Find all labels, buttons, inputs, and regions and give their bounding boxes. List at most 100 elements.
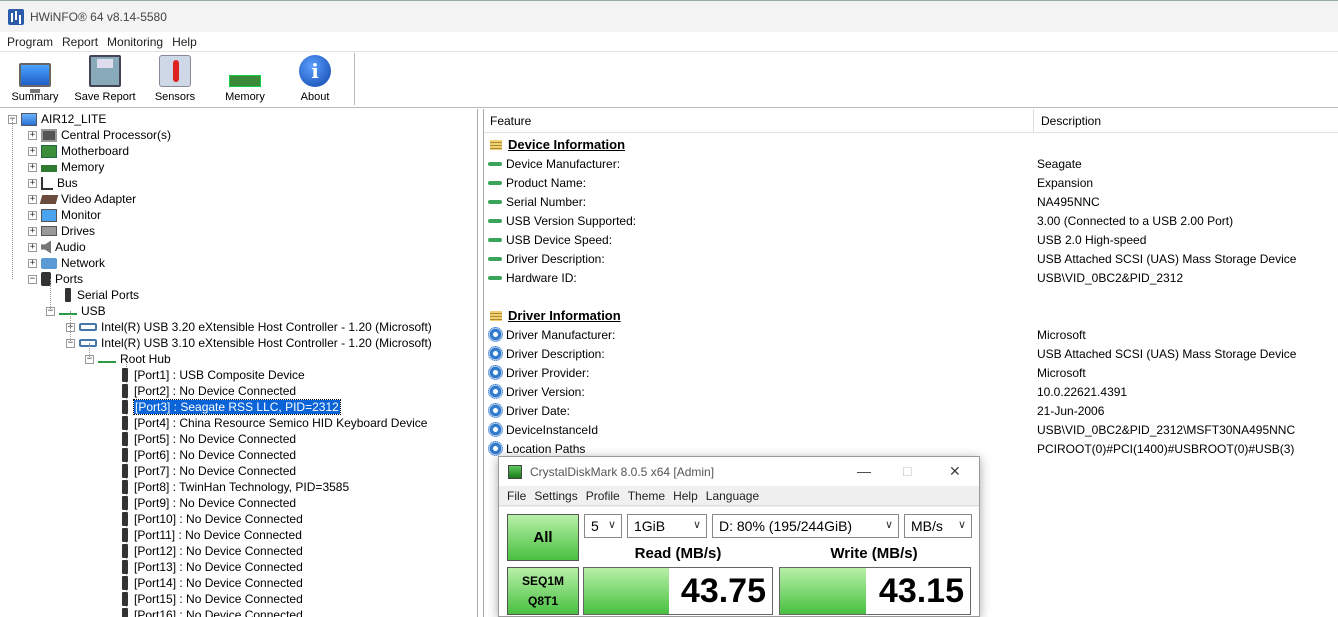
tree-item-port-9[interactable]: [Port9] : No Device Connected (121, 495, 296, 511)
usb-device-icon (488, 197, 502, 207)
about-button[interactable]: i About (280, 53, 350, 107)
tree-item-label: Intel(R) USB 3.20 eXtensible Host Contro… (101, 320, 432, 334)
tree-item-motherboard[interactable]: + Motherboard (28, 143, 129, 159)
unit-select[interactable]: MB/s ∨ (904, 514, 972, 538)
usb-device-icon (488, 178, 502, 188)
cdm-menu-theme[interactable]: Theme (628, 489, 665, 503)
cdm-menu-profile[interactable]: Profile (586, 489, 620, 503)
drive-select[interactable]: D: 80% (195/244GiB) ∨ (712, 514, 899, 538)
usb-port-icon (122, 528, 128, 542)
collapse-icon[interactable]: − (28, 274, 37, 284)
run-all-button[interactable]: All (507, 514, 579, 561)
detail-row[interactable]: Driver Manufacturer: Microsoft (488, 325, 1338, 344)
window-title: HWiNFO® 64 v8.14-5580 (30, 9, 167, 24)
tree-item-usb-host-2[interactable]: − Intel(R) USB 3.10 eXtensible Host Contr… (66, 335, 432, 351)
tree-item-ports[interactable]: − Ports (28, 271, 83, 287)
detail-row[interactable]: Driver Date: 21-Jun-2006 (488, 401, 1338, 420)
description-column-header[interactable]: Description (1035, 109, 1338, 133)
tree-item-port-4[interactable]: [Port4] : China Resource Semico HID Keyb… (121, 415, 427, 431)
expand-icon[interactable]: + (28, 178, 37, 188)
sensors-button[interactable]: Sensors (140, 53, 210, 107)
expand-icon[interactable]: + (28, 162, 37, 172)
detail-row[interactable]: Serial Number: NA495NNC (488, 192, 1338, 211)
expand-icon[interactable]: + (28, 226, 37, 236)
tree-item-usb[interactable]: − USB (46, 303, 106, 319)
cdm-title-bar[interactable]: CrystalDiskMark 8.0.5 x64 [Admin] — □ ✕ (499, 457, 979, 486)
expand-icon[interactable]: + (28, 242, 37, 252)
memory-button[interactable]: Memory (210, 53, 280, 107)
tree-item-central-processor-s-[interactable]: + Central Processor(s) (28, 127, 171, 143)
tree-item-port-16[interactable]: [Port16] : No Device Connected (121, 607, 303, 617)
tree-item-port-6[interactable]: [Port6] : No Device Connected (121, 447, 296, 463)
save-report-button[interactable]: Save Report (70, 53, 140, 107)
cdm-menu-language[interactable]: Language (706, 489, 759, 503)
detail-row[interactable]: Driver Version: 10.0.22621.4391 (488, 382, 1338, 401)
feature-column-header[interactable]: Feature (484, 109, 1034, 133)
expand-icon[interactable]: + (28, 258, 37, 268)
tree-item-audio[interactable]: + Audio (28, 239, 86, 255)
tree-item-port-2[interactable]: [Port2] : No Device Connected (121, 383, 296, 399)
tree-item-port-15[interactable]: [Port15] : No Device Connected (121, 591, 303, 607)
menu-report[interactable]: Report (62, 35, 98, 49)
menu-help[interactable]: Help (172, 35, 197, 49)
feature-cell: Driver Description: (506, 346, 605, 361)
detail-row[interactable]: Hardware ID: USB\VID_0BC2&PID_2312 (488, 268, 1338, 287)
detail-row[interactable]: Driver Description: USB Attached SCSI (UA… (488, 249, 1338, 268)
tree-item-network[interactable]: + Network (28, 255, 105, 271)
video-adapter-icon (39, 194, 59, 204)
cdm-menu-file[interactable]: File (507, 489, 526, 503)
detail-row[interactable]: DeviceInstanceId USB\VID_0BC2&PID_2312\MS… (488, 420, 1338, 439)
tree-item-bus[interactable]: + Bus (28, 175, 78, 191)
tree-item-video-adapter[interactable]: + Video Adapter (28, 191, 136, 207)
minimize-icon[interactable]: — (857, 463, 871, 479)
cdm-menu-settings[interactable]: Settings (534, 489, 577, 503)
tree-item-port-14[interactable]: [Port14] : No Device Connected (121, 575, 303, 591)
tree-item-drives[interactable]: + Drives (28, 223, 95, 239)
close-icon[interactable]: ✕ (949, 463, 961, 480)
tree-item-port-1[interactable]: [Port1] : USB Composite Device (121, 367, 305, 383)
expand-icon[interactable]: + (28, 210, 37, 220)
detail-row[interactable]: Device Manufacturer: Seagate (488, 154, 1338, 173)
test-count-select[interactable]: 5 ∨ (584, 514, 622, 538)
tree-item-port-7[interactable]: [Port7] : No Device Connected (121, 463, 296, 479)
tree-item-label: [Port12] : No Device Connected (134, 544, 303, 558)
usb-port-icon (122, 432, 128, 446)
tree-item-root[interactable]: − AIR12_LITE (8, 111, 106, 127)
tree-item-monitor[interactable]: + Monitor (28, 207, 101, 223)
tree-item-port-13[interactable]: [Port13] : No Device Connected (121, 559, 303, 575)
expand-icon[interactable]: + (28, 130, 37, 140)
device-tree[interactable]: − AIR12_LITE + Central Processor(s) + Motherb… (0, 109, 478, 617)
menu-program[interactable]: Program (7, 35, 53, 49)
tree-item-serial-ports[interactable]: Serial Ports (64, 287, 139, 303)
expand-icon[interactable]: + (28, 146, 37, 156)
test-size-select[interactable]: 1GiB ∨ (627, 514, 707, 538)
detail-row[interactable]: Driver Description: USB Attached SCSI (UA… (488, 344, 1338, 363)
detail-row[interactable]: Product Name: Expansion (488, 173, 1338, 192)
summary-button[interactable]: Summary (0, 53, 70, 107)
crystaldiskmark-window[interactable]: CrystalDiskMark 8.0.5 x64 [Admin] — □ ✕ … (498, 456, 980, 617)
usb-port-icon (122, 576, 128, 590)
description-cell: USB Attached SCSI (UAS) Mass Storage Dev… (1037, 346, 1297, 361)
chevron-down-icon: ∨ (884, 519, 893, 531)
tree-item-usb-host-1[interactable]: + Intel(R) USB 3.20 eXtensible Host Contr… (66, 319, 432, 335)
tree-item-memory[interactable]: + Memory (28, 159, 104, 175)
tree-item-label: [Port1] : USB Composite Device (134, 368, 305, 382)
detail-row[interactable]: USB Version Supported: 3.00 (Connected to… (488, 211, 1338, 230)
menu-monitoring[interactable]: Monitoring (107, 35, 163, 49)
detail-row[interactable]: Driver Provider: Microsoft (488, 363, 1338, 382)
about-label: About (300, 91, 330, 103)
tree-item-port-3[interactable]: [Port3] : Seagate RSS LLC, PID=2312 (121, 399, 341, 415)
seq1m-q8t1-button[interactable]: SEQ1M Q8T1 (507, 567, 579, 615)
tree-item-port-8[interactable]: [Port8] : TwinHan Technology, PID=3585 (121, 479, 349, 495)
tree-item-port-12[interactable]: [Port12] : No Device Connected (121, 543, 303, 559)
tree-item-port-10[interactable]: [Port10] : No Device Connected (121, 511, 303, 527)
detail-row[interactable]: USB Device Speed: USB 2.0 High-speed (488, 230, 1338, 249)
maximize-icon[interactable]: □ (903, 463, 911, 479)
section-title: Device Information (508, 137, 626, 152)
serial-port-icon (65, 288, 71, 302)
expand-icon[interactable]: + (28, 194, 37, 204)
cdm-menu-help[interactable]: Help (673, 489, 698, 503)
tree-item-port-5[interactable]: [Port5] : No Device Connected (121, 431, 296, 447)
tree-item-port-11[interactable]: [Port11] : No Device Connected (121, 527, 302, 543)
tree-item-root-hub[interactable]: − Root Hub (85, 351, 171, 367)
